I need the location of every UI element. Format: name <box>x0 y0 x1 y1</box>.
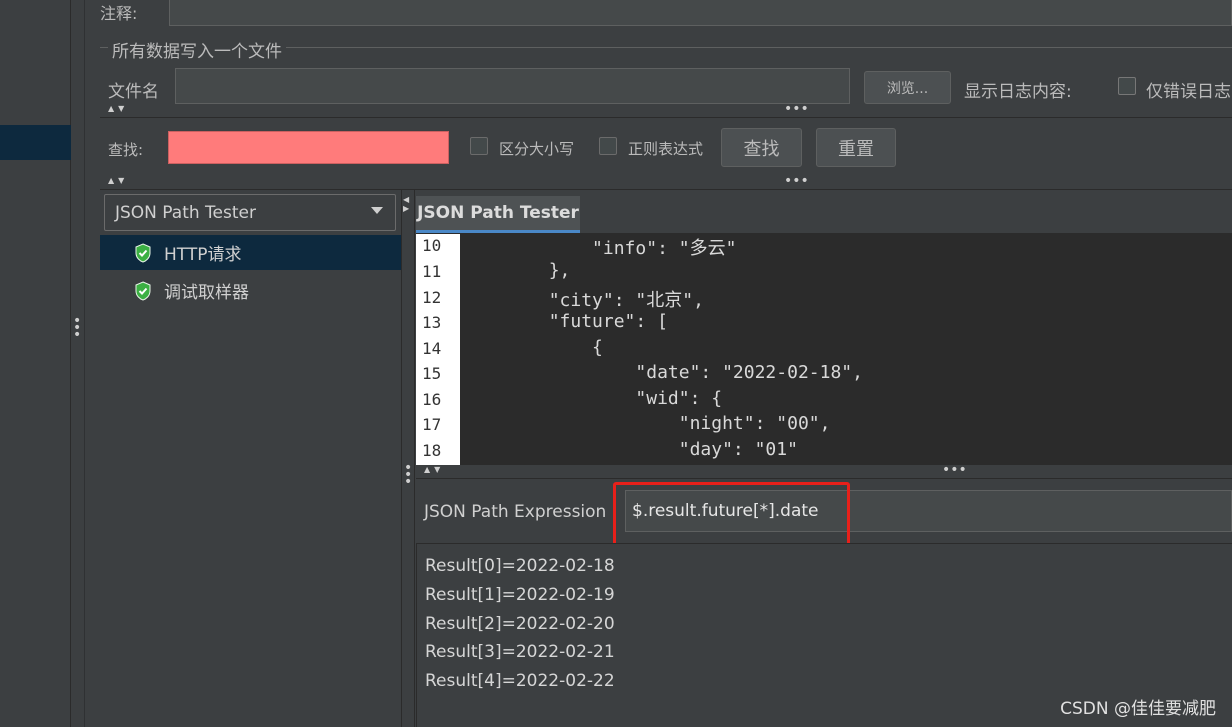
regex-label: 正则表达式 <box>628 140 704 158</box>
vertical-splitter[interactable] <box>71 0 85 727</box>
splitter-grip-icon[interactable]: ••• <box>73 314 81 342</box>
result-line: Result[2]=2022-02-20 <box>425 614 615 634</box>
case-sensitive-label: 区分大小写 <box>499 140 575 158</box>
success-shield-icon <box>135 280 151 301</box>
line-number: 11 <box>422 262 442 281</box>
tree-item-http-request[interactable]: HTTP请求 <box>100 235 401 270</box>
regex-checkbox[interactable] <box>599 137 617 155</box>
reset-button[interactable]: 重置 <box>816 128 896 167</box>
search-input[interactable] <box>168 131 449 164</box>
tree-item-debug-sampler[interactable]: 调试取样器 <box>100 273 401 308</box>
line-number: 18 <box>422 441 442 460</box>
line-number: 15 <box>422 364 442 383</box>
renderer-select-value: JSON Path Tester <box>115 202 256 223</box>
splitter-grip-icon[interactable]: ••• <box>404 461 412 489</box>
result-line: Result[3]=2022-02-21 <box>425 642 615 662</box>
code-line: "info": "多云" <box>462 238 737 259</box>
splitter-grip-icon[interactable]: ••• <box>942 463 967 477</box>
collapse-arrows-icon[interactable]: ◀ ▶ <box>403 195 409 213</box>
errors-only-label: 仅错误日志 <box>1146 82 1231 102</box>
horizontal-splitter[interactable] <box>100 176 1232 190</box>
search-label: 查找: <box>108 141 144 159</box>
errors-only-checkbox[interactable] <box>1118 77 1136 95</box>
code-line: "night": "00", <box>462 413 831 434</box>
tree-item-label: HTTP请求 <box>164 245 242 265</box>
code-line: "day": "01" <box>462 439 798 460</box>
case-sensitive-checkbox[interactable] <box>470 137 488 155</box>
filename-label: 文件名 <box>108 82 159 102</box>
line-number: 13 <box>422 313 442 332</box>
line-number: 17 <box>422 415 442 434</box>
result-line: Result[1]=2022-02-19 <box>425 585 615 605</box>
tree-item-label: 调试取样器 <box>164 283 249 303</box>
renderer-select[interactable]: JSON Path Tester <box>104 194 396 231</box>
horizontal-splitter[interactable] <box>100 104 1232 118</box>
splitter-arrows-icon[interactable]: ▲▼ <box>424 465 444 474</box>
code-line: "date": "2022-02-18", <box>462 362 863 383</box>
filename-input[interactable] <box>175 68 850 104</box>
splitter-grip-icon[interactable]: ••• <box>784 102 809 116</box>
line-number: 16 <box>422 390 442 409</box>
log-content-label: 显示日志内容: <box>964 82 1072 102</box>
highlight-annotation-box <box>613 482 850 546</box>
splitter-arrows-icon[interactable]: ▲▼ <box>108 104 128 113</box>
left-sidebar-selected-item[interactable] <box>0 125 71 160</box>
vertical-splitter[interactable] <box>401 190 415 727</box>
line-number: 10 <box>422 236 442 255</box>
results-tree: HTTP请求 调试取样器 <box>100 234 401 727</box>
response-code-view[interactable]: 10 "info": "多云" 11 }, 12 "city": "北京", 1… <box>416 234 1232 465</box>
tab-json-path-tester[interactable]: JSON Path Tester <box>416 196 580 233</box>
result-line: Result[0]=2022-02-18 <box>425 556 615 576</box>
horizontal-splitter[interactable] <box>416 465 1232 479</box>
comment-input[interactable] <box>169 0 1232 26</box>
comment-label: 注释: <box>100 4 138 23</box>
code-line: { <box>462 337 603 358</box>
line-number: 12 <box>422 288 442 307</box>
watermark: CSDN @佳佳要减肥 <box>1060 699 1216 719</box>
find-button[interactable]: 查找 <box>721 128 802 167</box>
left-sidebar <box>0 0 71 727</box>
browse-button[interactable]: 浏览... <box>864 71 951 104</box>
code-line: "wid": { <box>462 388 723 409</box>
group-title: 所有数据写入一个文件 <box>108 37 286 62</box>
success-shield-icon <box>135 242 151 263</box>
json-path-expression-label: JSON Path Expression <box>424 502 607 522</box>
line-number: 14 <box>422 339 442 358</box>
splitter-arrows-icon[interactable]: ▲▼ <box>108 176 128 185</box>
code-line: "city": "北京", <box>462 290 704 311</box>
chevron-down-icon[interactable] <box>371 207 383 214</box>
code-line: "future": [ <box>462 311 668 332</box>
code-line: }, <box>462 260 571 281</box>
splitter-grip-icon[interactable]: ••• <box>784 174 809 188</box>
result-line: Result[4]=2022-02-22 <box>425 671 615 691</box>
